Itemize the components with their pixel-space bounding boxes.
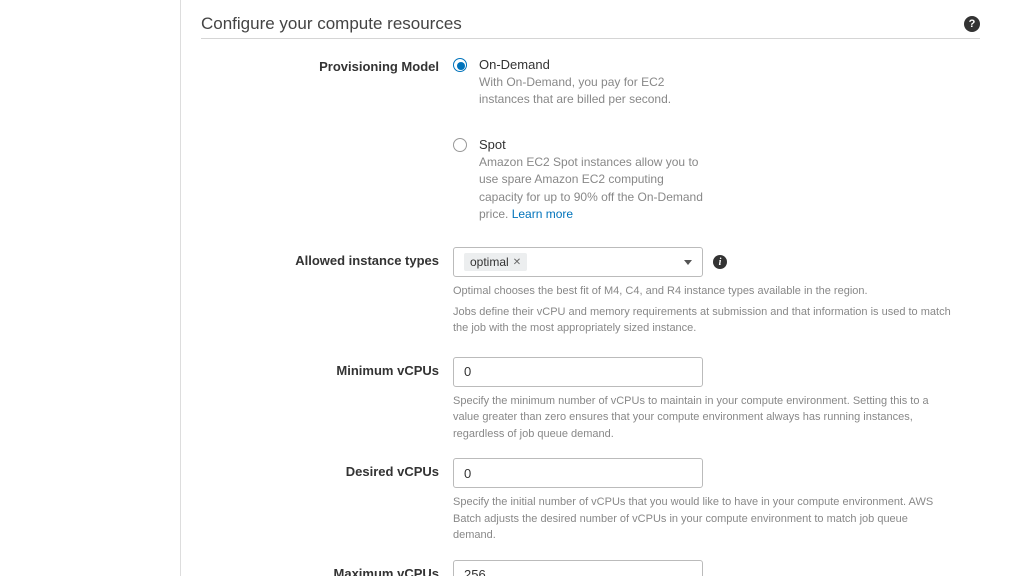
row-provisioning-model: Provisioning Model On-Demand With On-Dem… (201, 57, 980, 231)
minimum-vcpus-input[interactable] (453, 357, 703, 387)
allowed-instance-types-select[interactable]: optimal ✕ (453, 247, 703, 277)
maximum-vcpus-input[interactable] (453, 560, 703, 576)
desired-vcpus-input[interactable] (453, 458, 703, 488)
configure-compute-form: Configure your compute resources ? Provi… (180, 0, 990, 576)
label-minimum-vcpus: Minimum vCPUs (201, 357, 453, 378)
help-allowed-instance-types: Optimal chooses the best fit of M4, C4, … (453, 283, 953, 337)
radio-spot[interactable]: Spot Amazon EC2 Spot instances allow you… (453, 137, 980, 224)
radio-title-on-demand: On-Demand (479, 57, 709, 72)
help-icon[interactable]: ? (964, 16, 980, 32)
row-allowed-instance-types: Allowed instance types optimal ✕ i Optim… (201, 247, 980, 341)
radio-desc-on-demand: With On-Demand, you pay for EC2 instance… (479, 74, 709, 109)
radio-title-spot: Spot (479, 137, 709, 152)
remove-tag-icon[interactable]: ✕ (513, 257, 521, 268)
label-provisioning-model: Provisioning Model (201, 57, 453, 74)
chevron-down-icon (684, 260, 692, 265)
radio-desc-spot: Amazon EC2 Spot instances allow you to u… (479, 154, 709, 224)
section-title: Configure your compute resources (201, 14, 462, 34)
row-minimum-vcpus: Minimum vCPUs Specify the minimum number… (201, 357, 980, 443)
help-text-line: Optimal chooses the best fit of M4, C4, … (453, 283, 953, 300)
help-desired-vcpus: Specify the initial number of vCPUs that… (453, 494, 953, 544)
learn-more-link[interactable]: Learn more (512, 207, 573, 221)
label-allowed-instance-types: Allowed instance types (201, 247, 453, 268)
label-desired-vcpus: Desired vCPUs (201, 458, 453, 479)
row-maximum-vcpus: Maximum vCPUs Specify the maximum number… (201, 560, 980, 576)
row-desired-vcpus: Desired vCPUs Specify the initial number… (201, 458, 980, 544)
label-maximum-vcpus: Maximum vCPUs (201, 560, 453, 576)
info-icon[interactable]: i (713, 255, 727, 269)
help-text-line: Jobs define their vCPU and memory requir… (453, 304, 953, 337)
radio-dot-on-demand[interactable] (453, 58, 467, 72)
help-minimum-vcpus: Specify the minimum number of vCPUs to m… (453, 393, 953, 443)
radio-dot-spot[interactable] (453, 138, 467, 152)
instance-type-tag-label: optimal (470, 255, 509, 269)
section-header: Configure your compute resources ? (201, 0, 980, 39)
instance-type-tag: optimal ✕ (464, 253, 527, 271)
radio-on-demand[interactable]: On-Demand With On-Demand, you pay for EC… (453, 57, 980, 109)
